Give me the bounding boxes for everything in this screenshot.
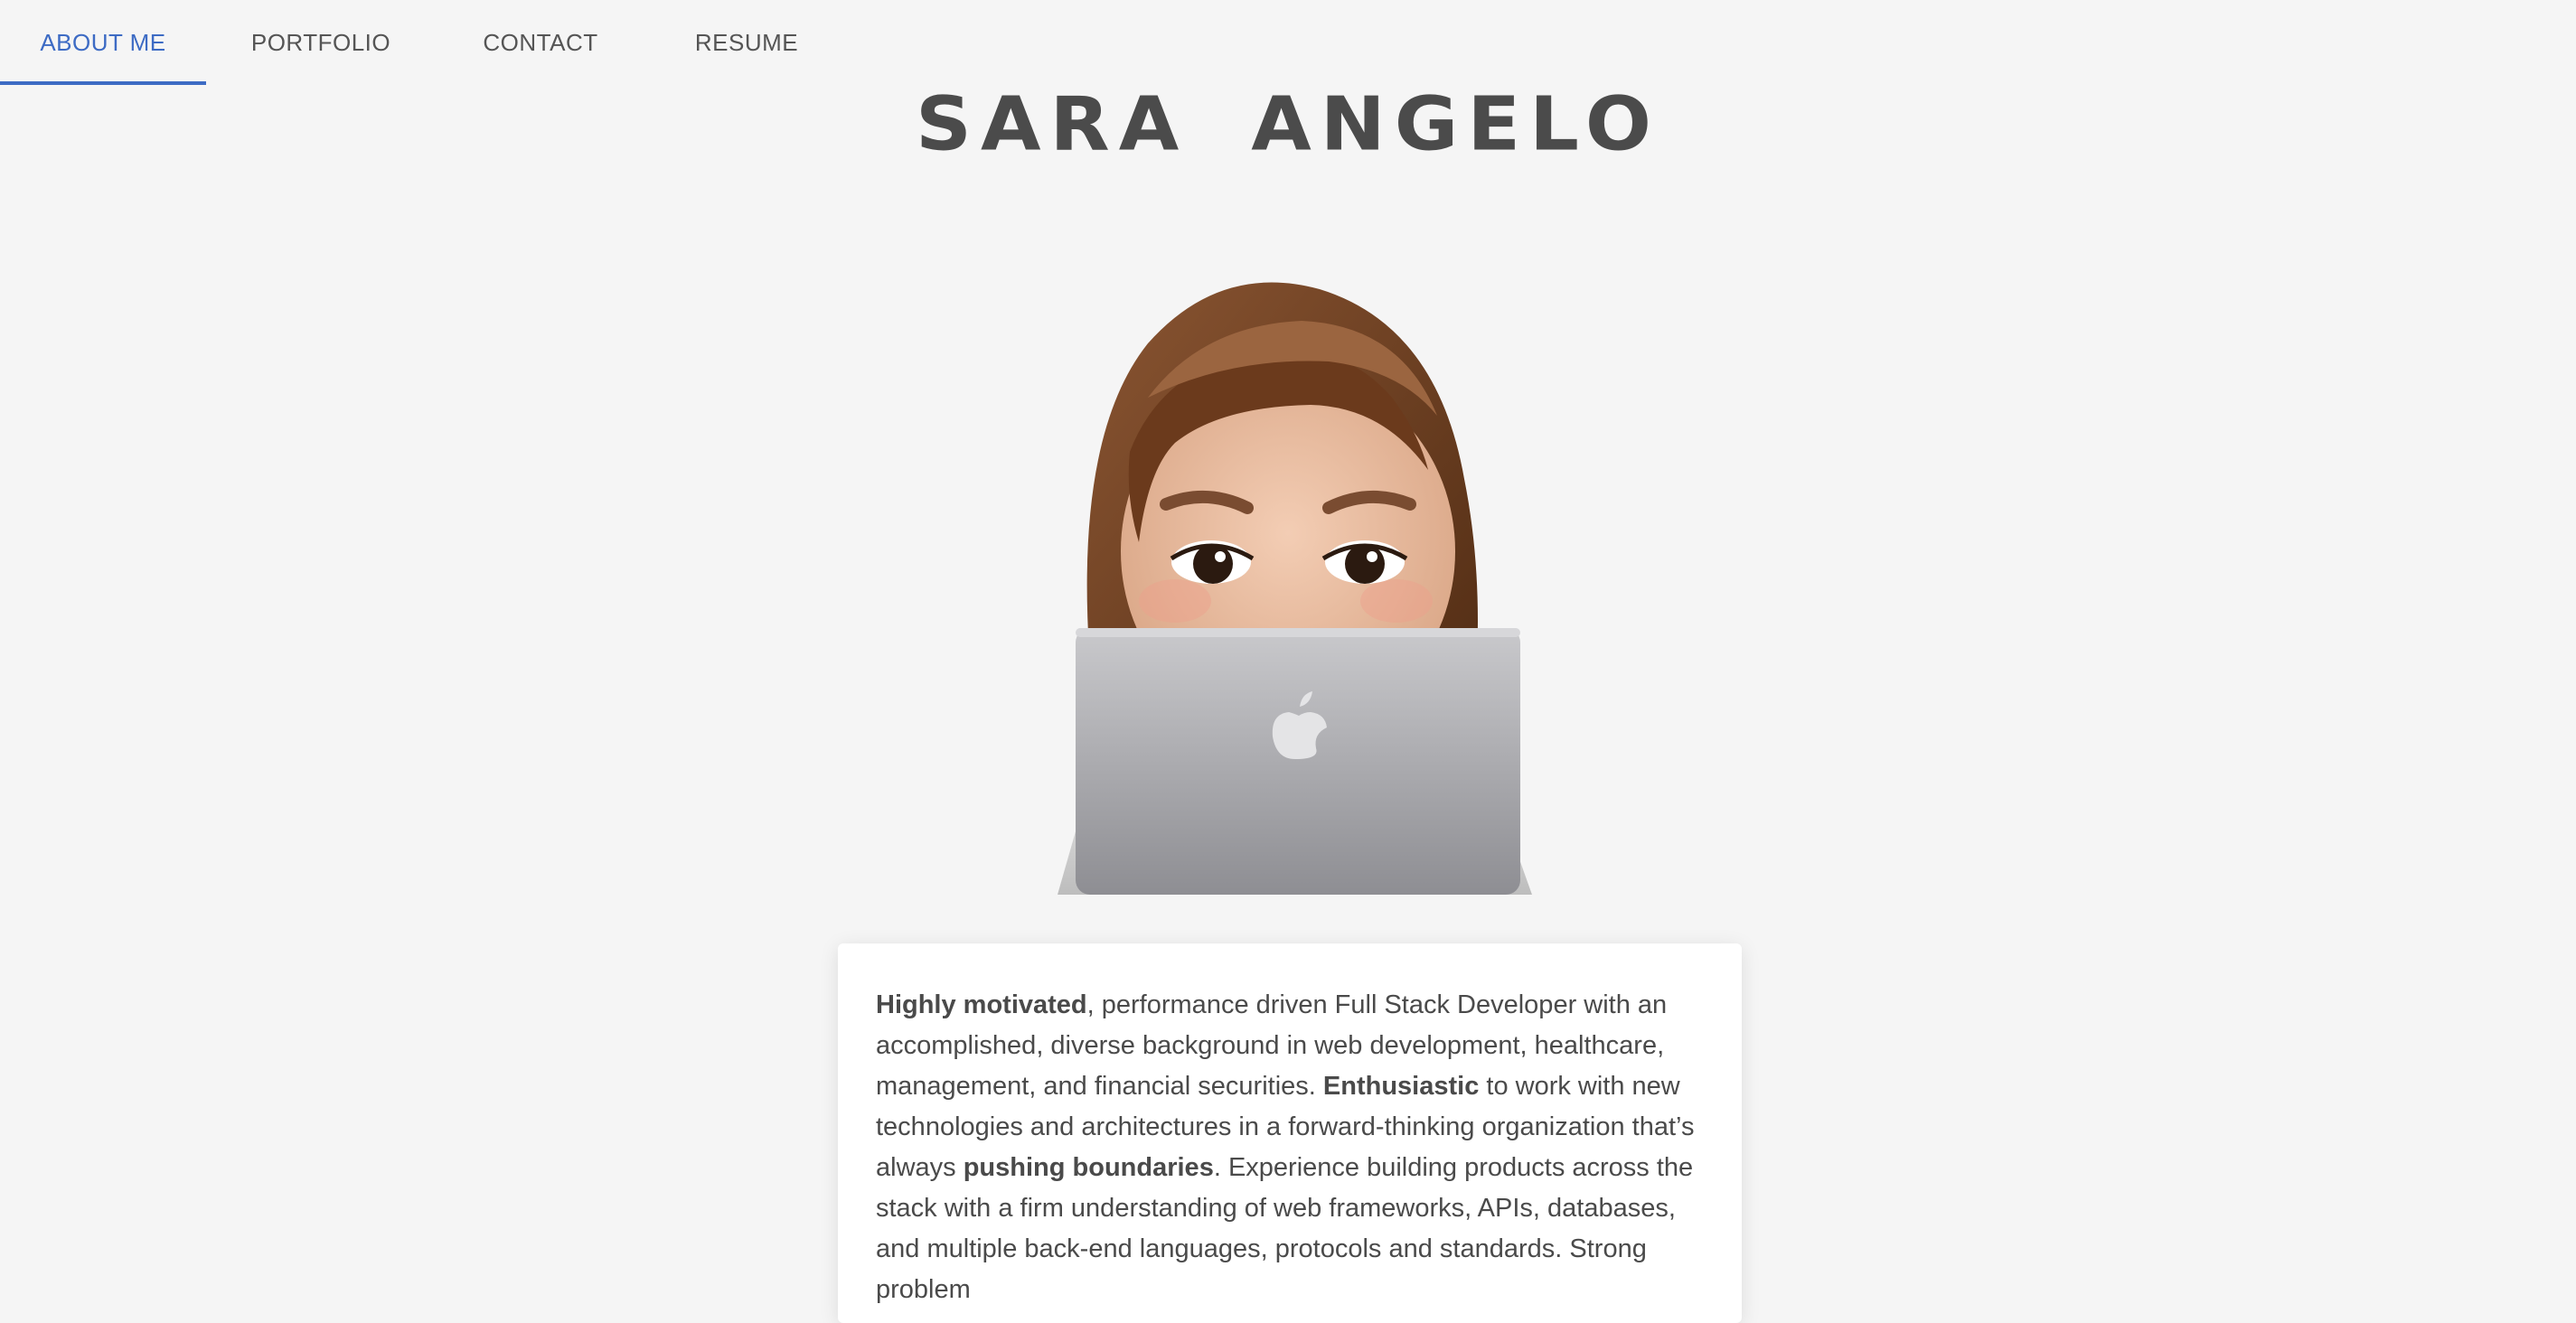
nav-tab-portfolio[interactable]: PORTFOLIO [206,0,436,85]
nav-tab-resume[interactable]: RESUME [645,0,848,85]
bio-card: Highly motivated, performance driven Ful… [838,943,1742,1323]
bio-highlight: pushing boundaries [963,1153,1214,1182]
memoji-avatar-laptop-icon [1039,271,1546,895]
page-title: SARA ANGELO [916,81,1660,168]
nav-tab-contact[interactable]: CONTACT [436,0,645,85]
nav-tab-about-me[interactable]: ABOUT ME [0,0,206,85]
bio-highlight: Enthusiastic [1322,1072,1480,1101]
bio-text: Highly motivated, performance driven Ful… [876,985,1704,1310]
top-nav: ABOUT ME PORTFOLIO CONTACT RESUME [0,0,848,85]
bio-highlight: Highly motivated [876,990,1087,1019]
